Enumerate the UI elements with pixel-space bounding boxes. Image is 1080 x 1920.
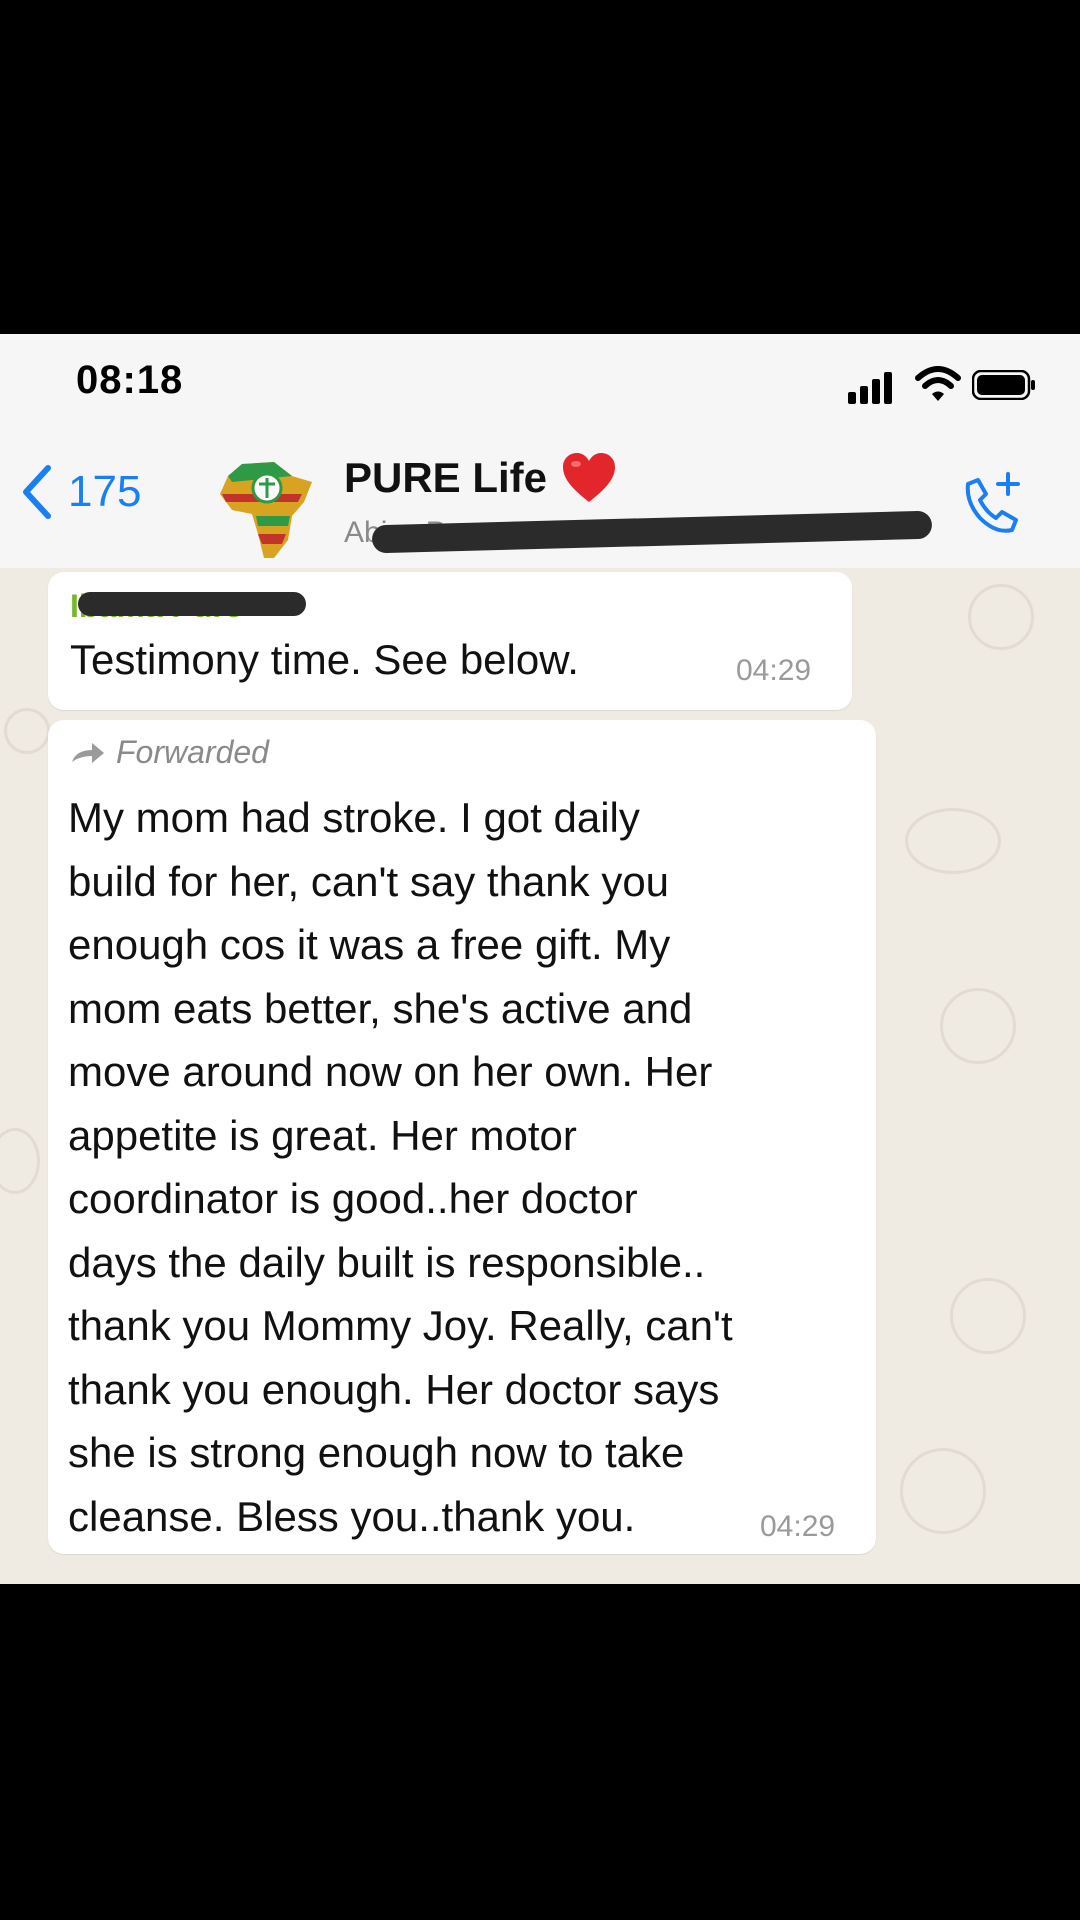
wallpaper-doodle <box>4 708 50 754</box>
battery-icon <box>972 370 1035 400</box>
group-avatar[interactable] <box>212 454 322 564</box>
message-line: My mom had stroke. I got daily <box>68 794 640 841</box>
message-line: build for her, can't say thank you <box>68 857 670 905</box>
message-line: thank you enough. Her doctor says <box>68 1365 720 1413</box>
phone-screen: 08:18 175 PURE Life Testimony time. See … <box>0 334 1080 1584</box>
red-heart-icon <box>563 453 616 502</box>
message-line: mom eats better, she's active and <box>68 984 693 1032</box>
wallpaper-doodle <box>900 1448 986 1534</box>
wifi-icon <box>915 366 961 401</box>
forwarded-label: Forwarded <box>70 734 269 771</box>
message-line: thank you Mommy Joy. Really, can't <box>68 1302 733 1349</box>
status-time: 08:18 <box>76 358 184 402</box>
message-line: coordinator is good..her doctor <box>68 1175 638 1222</box>
add-call-icon[interactable] <box>956 470 1026 540</box>
wallpaper-doodle <box>0 1128 40 1194</box>
unread-count: 175 <box>68 467 142 516</box>
signal-icon <box>848 370 896 404</box>
message-line: enough cos it was a free gift. My <box>68 921 671 968</box>
back-button[interactable]: 175 <box>18 462 141 522</box>
chat-title: PURE Life <box>344 454 548 501</box>
message-time: 04:29 <box>736 654 812 687</box>
message-time: 04:29 <box>760 1510 836 1543</box>
wallpaper-doodle <box>950 1278 1026 1354</box>
forwarded-text: Forwarded <box>116 734 269 770</box>
message-bubble[interactable]: Ibama Pure Testimony time. See below. 04… <box>48 572 852 710</box>
chevron-left-icon <box>23 465 51 519</box>
wallpaper-doodle <box>940 988 1016 1064</box>
message-line: cleanse. Bless you..thank you. <box>68 1492 636 1540</box>
chat-header: 175 PURE Life Abi… Pure, Accountant Lawm… <box>0 434 1080 569</box>
message-line: appetite is great. Her motor <box>68 1111 577 1159</box>
forward-arrow-icon <box>72 742 104 763</box>
message-line: days the daily built is responsible.. <box>68 1238 706 1286</box>
chat-title-row[interactable]: PURE Life <box>344 452 617 504</box>
message-line: move around now on her own. Her <box>68 1048 713 1095</box>
wallpaper-doodle <box>905 808 1001 874</box>
forwarded-message-bubble[interactable]: Forwarded My mom had stroke. I got daily… <box>48 720 876 1554</box>
redaction-bar <box>78 592 306 616</box>
wallpaper-doodle <box>968 584 1034 650</box>
chat-area[interactable]: Ibama Pure Testimony time. See below. 04… <box>0 568 1080 1584</box>
message-text: My mom had stroke. I got daily build for… <box>68 786 858 1548</box>
status-bar: 08:18 <box>0 334 1080 434</box>
message-text: Testimony time. See below. <box>70 636 579 683</box>
message-line: she is strong enough now to take <box>68 1429 685 1476</box>
